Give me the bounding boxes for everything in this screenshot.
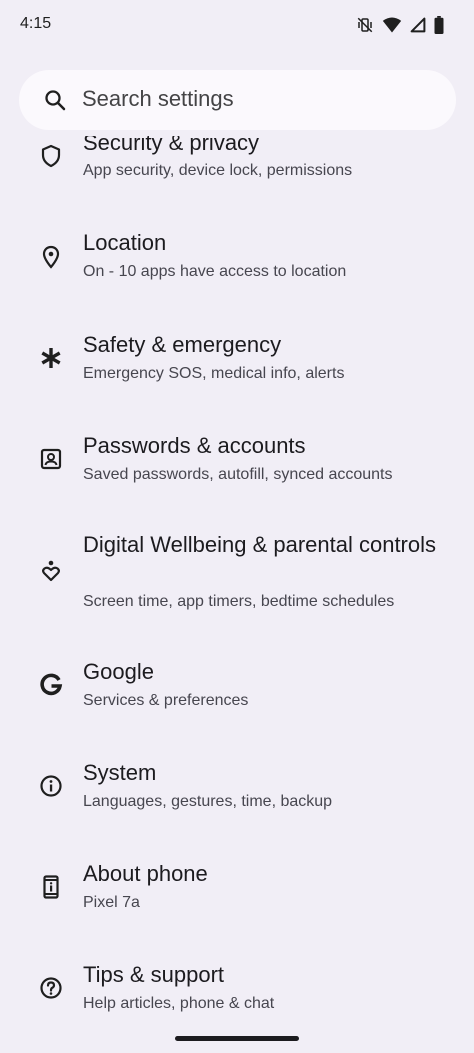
setting-item-google[interactable]: Google Services & preferences (0, 645, 474, 731)
setting-title: Digital Wellbeing & parental controls (83, 532, 436, 557)
setting-subtitle: Screen time, app timers, bedtime schedul… (83, 593, 395, 610)
setting-item-tips[interactable]: Tips & support Help articles, phone & ch… (0, 948, 474, 1034)
setting-item-location[interactable]: Location On - 10 apps have access to loc… (0, 216, 474, 302)
vibrate-off-icon (356, 16, 374, 34)
shield-icon (38, 143, 64, 169)
setting-subtitle: Pixel 7a (83, 894, 140, 911)
setting-title: Security & privacy (83, 136, 260, 155)
info-icon (38, 773, 64, 799)
wellbeing-heart-icon (38, 558, 64, 584)
setting-item-system[interactable]: System Languages, gestures, time, backup (0, 746, 474, 832)
setting-title: System (83, 760, 157, 785)
home-indicator[interactable] (175, 1036, 299, 1041)
setting-item-security[interactable]: Security & privacy App security, device … (0, 136, 474, 198)
status-icons (356, 15, 444, 35)
search-bar[interactable]: Search settings (19, 70, 456, 130)
setting-title: Safety & emergency (83, 332, 282, 357)
setting-item-safety[interactable]: Safety & emergency Emergency SOS, medica… (0, 318, 474, 404)
setting-subtitle: Services & preferences (83, 692, 249, 709)
setting-subtitle: On - 10 apps have access to location (83, 263, 347, 280)
status-time: 4:15 (20, 15, 52, 32)
setting-title: Google (83, 659, 154, 684)
search-icon (43, 88, 67, 112)
setting-subtitle: Emergency SOS, medical info, alerts (83, 365, 345, 382)
setting-title: Location (83, 230, 167, 255)
asterisk-icon (38, 345, 64, 371)
wifi-icon (382, 16, 402, 34)
location-pin-icon (38, 244, 64, 270)
setting-subtitle: Saved passwords, autofill, synced accoun… (83, 466, 393, 483)
setting-title: Tips & support (83, 962, 225, 987)
status-bar: 4:15 (0, 0, 474, 52)
help-icon (38, 975, 64, 1001)
settings-list[interactable]: Security & privacy App security, device … (0, 136, 474, 1053)
setting-item-passwords[interactable]: Passwords & accounts Saved passwords, au… (0, 419, 474, 505)
setting-subtitle: Help articles, phone & chat (83, 995, 275, 1012)
battery-icon (434, 16, 444, 34)
setting-item-about[interactable]: About phone Pixel 7a (0, 847, 474, 933)
setting-title: About phone (83, 861, 208, 886)
setting-title: Passwords & accounts (83, 433, 306, 458)
signal-icon (410, 16, 426, 34)
setting-subtitle: Languages, gestures, time, backup (83, 793, 333, 810)
phone-info-icon (38, 874, 64, 900)
setting-subtitle: App security, device lock, permissions (83, 162, 353, 179)
account-box-icon (38, 446, 64, 472)
google-g-icon (38, 672, 64, 698)
search-placeholder: Search settings (82, 86, 234, 111)
setting-item-wellbeing[interactable]: Digital Wellbeing & parental controls Sc… (0, 518, 474, 628)
